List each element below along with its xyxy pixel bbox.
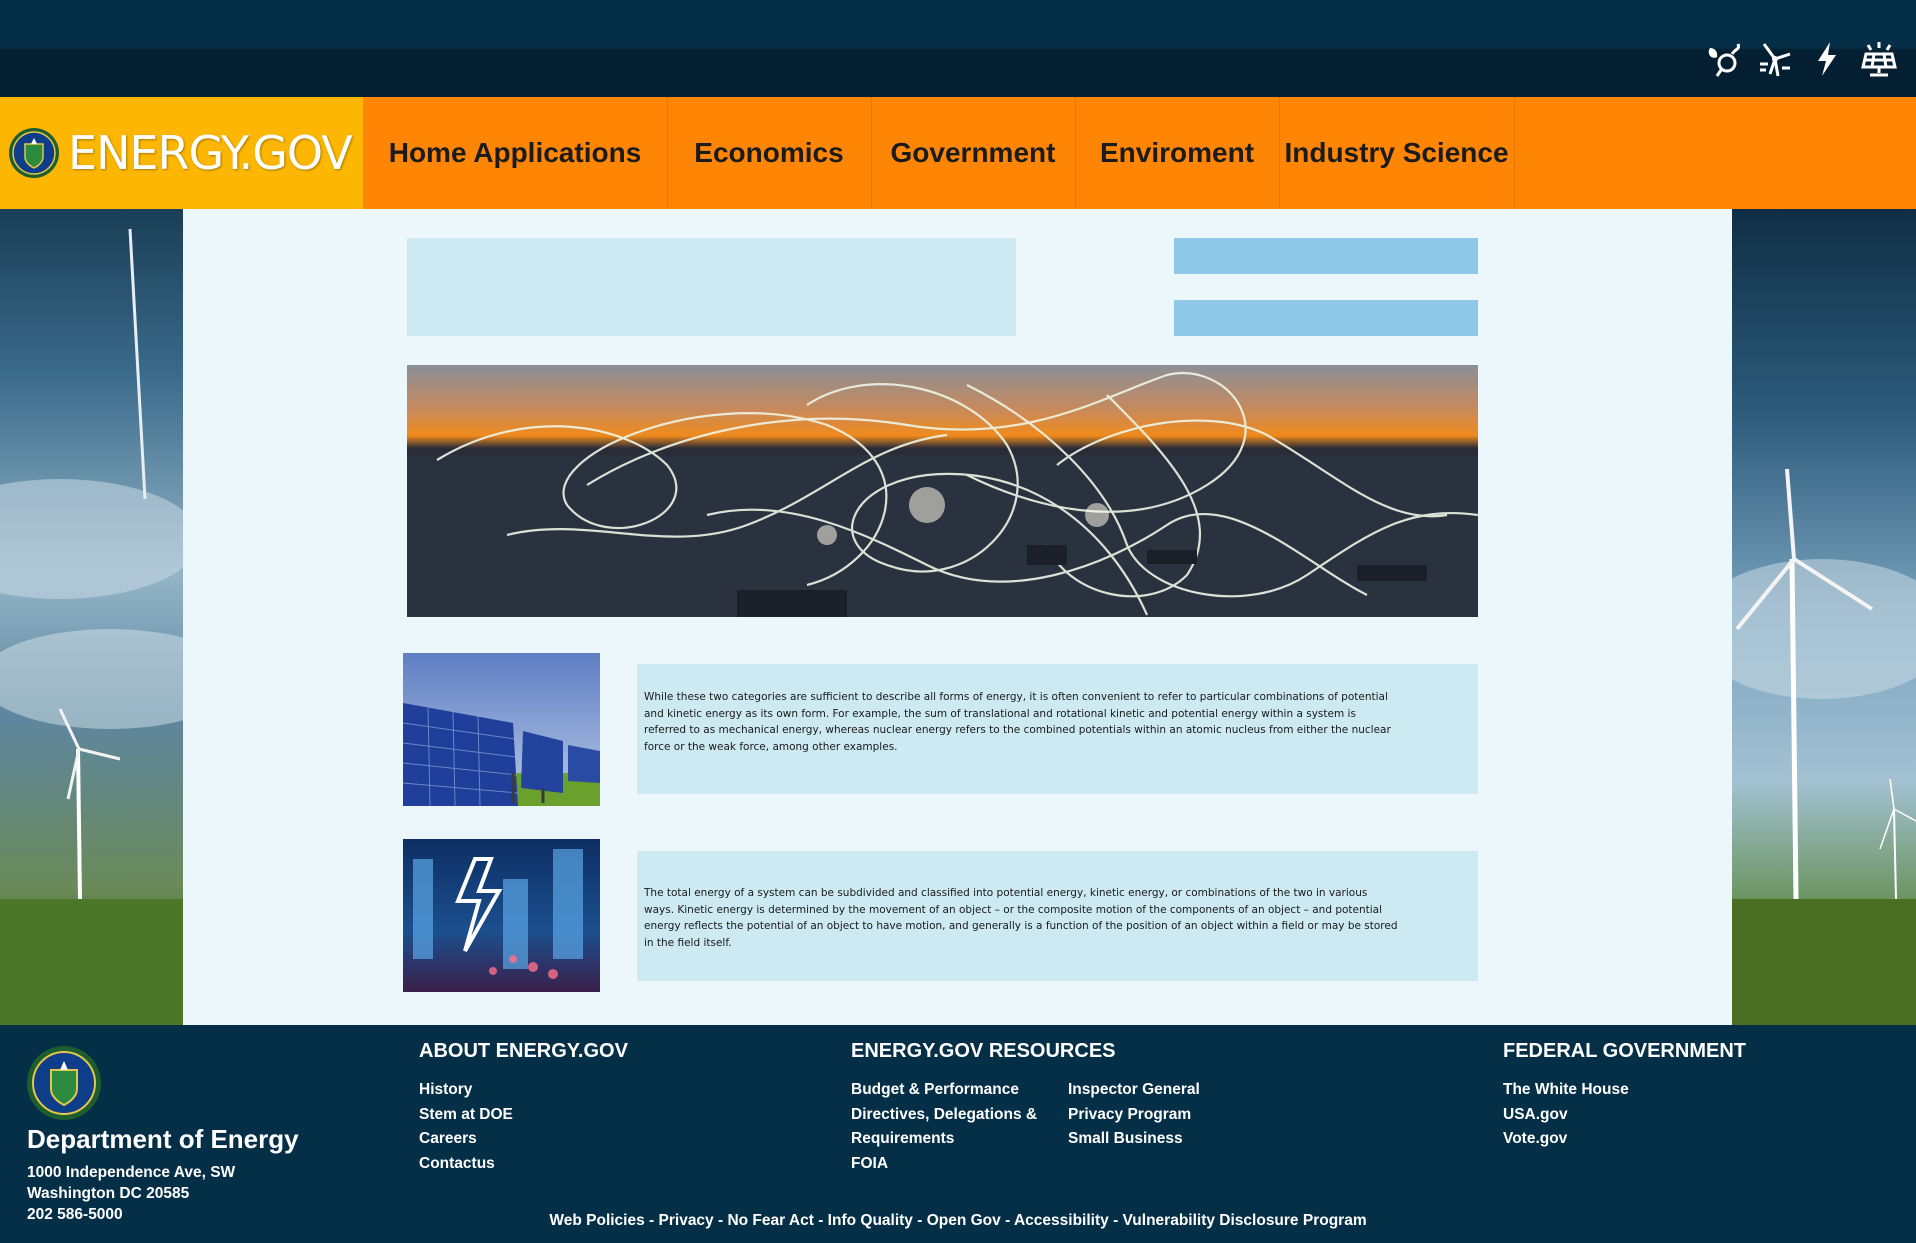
background-left-panel: [0, 209, 183, 1025]
wind-turbine-icon[interactable]: [1756, 40, 1794, 78]
brand-wordmark: ENERGY.GOV: [68, 126, 353, 180]
footer-link-white-house[interactable]: The White House: [1503, 1078, 1629, 1103]
footer-about-links: History Stem at DOE Careers Contactus: [419, 1078, 513, 1176]
footer-link-requirements[interactable]: Requirements: [851, 1127, 1037, 1152]
top-bar: [0, 0, 1916, 97]
leaf-bulb-icon[interactable]: [1704, 40, 1742, 78]
nav-home-applications[interactable]: Home Applications: [363, 97, 668, 209]
placeholder-bar-top[interactable]: [1174, 238, 1478, 274]
doe-seal-icon: [9, 128, 59, 178]
footer-link-directives[interactable]: Directives, Delegations &: [851, 1103, 1037, 1128]
placeholder-banner: [407, 238, 1016, 336]
nav-enviroment[interactable]: Enviroment: [1075, 97, 1280, 209]
link-open-gov[interactable]: Open Gov: [927, 1212, 1001, 1229]
lightning-city-image: [403, 839, 600, 992]
main-navigation: ENERGY.GOV Home Applications Economics G…: [0, 97, 1916, 209]
text-block-energy-forms: While these two categories are sufficien…: [637, 664, 1478, 794]
address-street: 1000 Independence Ave, SW: [27, 1164, 236, 1181]
placeholder-bar-bottom[interactable]: [1174, 300, 1478, 336]
footer-link-budget[interactable]: Budget & Performance: [851, 1078, 1037, 1103]
link-info-quality[interactable]: Info Quality: [828, 1212, 913, 1229]
link-accessibility[interactable]: Accessibility: [1014, 1212, 1109, 1229]
link-web-policies[interactable]: Web Policies: [549, 1212, 644, 1229]
footer-federal-heading: FEDERAL GOVERNMENT: [1503, 1040, 1746, 1062]
footer-resources-links-col2: Inspector General Privacy Program Small …: [1068, 1078, 1200, 1152]
link-vulnerability-disclosure[interactable]: Vulnerability Disclosure Program: [1123, 1212, 1367, 1229]
footer-policy-links: Web Policies - Privacy - No Fear Act - I…: [549, 1212, 1367, 1229]
address-city: Washington DC 20585: [27, 1185, 190, 1202]
hero-light-trails-image: [407, 365, 1478, 617]
solar-panels-image: [403, 653, 600, 806]
footer-link-foia[interactable]: FOIA: [851, 1152, 1037, 1177]
nav-economics[interactable]: Economics: [667, 97, 872, 209]
paragraph-energy-forms: While these two categories are sufficien…: [644, 691, 1391, 753]
nav-industry-science[interactable]: Industry Science: [1279, 97, 1515, 209]
paragraph-total-energy: The total energy of a system can be subd…: [644, 887, 1398, 949]
footer-link-stem[interactable]: Stem at DOE: [419, 1103, 513, 1128]
doe-seal-icon: [27, 1046, 101, 1120]
footer-resources-links-col1: Budget & Performance Directives, Delegat…: [851, 1078, 1037, 1176]
footer-link-careers[interactable]: Careers: [419, 1127, 513, 1152]
nav-government[interactable]: Government: [871, 97, 1076, 209]
site-footer: Department of Energy 1000 Independence A…: [0, 1025, 1916, 1243]
link-no-fear-act[interactable]: No Fear Act: [727, 1212, 813, 1229]
department-name: Department of Energy: [27, 1124, 299, 1154]
footer-resources-heading: ENERGY.GOV RESOURCES: [851, 1040, 1116, 1062]
footer-link-privacy-program[interactable]: Privacy Program: [1068, 1103, 1200, 1128]
footer-link-small-business[interactable]: Small Business: [1068, 1127, 1200, 1152]
footer-link-usa-gov[interactable]: USA.gov: [1503, 1103, 1629, 1128]
lightning-icon[interactable]: [1808, 40, 1846, 78]
solar-panel-icon[interactable]: [1860, 40, 1898, 78]
footer-link-vote-gov[interactable]: Vote.gov: [1503, 1127, 1629, 1152]
footer-link-contactus[interactable]: Contactus: [419, 1152, 513, 1177]
link-privacy[interactable]: Privacy: [659, 1212, 714, 1229]
top-icon-group: [1704, 40, 1898, 78]
main-content: While these two categories are sufficien…: [183, 209, 1732, 1025]
background-right-panel: [1732, 209, 1916, 1025]
footer-link-history[interactable]: History: [419, 1078, 513, 1103]
energy-gov-logo[interactable]: ENERGY.GOV: [0, 97, 363, 209]
text-block-total-energy: The total energy of a system can be subd…: [637, 851, 1478, 981]
footer-link-inspector-general[interactable]: Inspector General: [1068, 1078, 1200, 1103]
footer-about-heading: ABOUT ENERGY.GOV: [419, 1040, 628, 1062]
footer-federal-links: The White House USA.gov Vote.gov: [1503, 1078, 1629, 1152]
